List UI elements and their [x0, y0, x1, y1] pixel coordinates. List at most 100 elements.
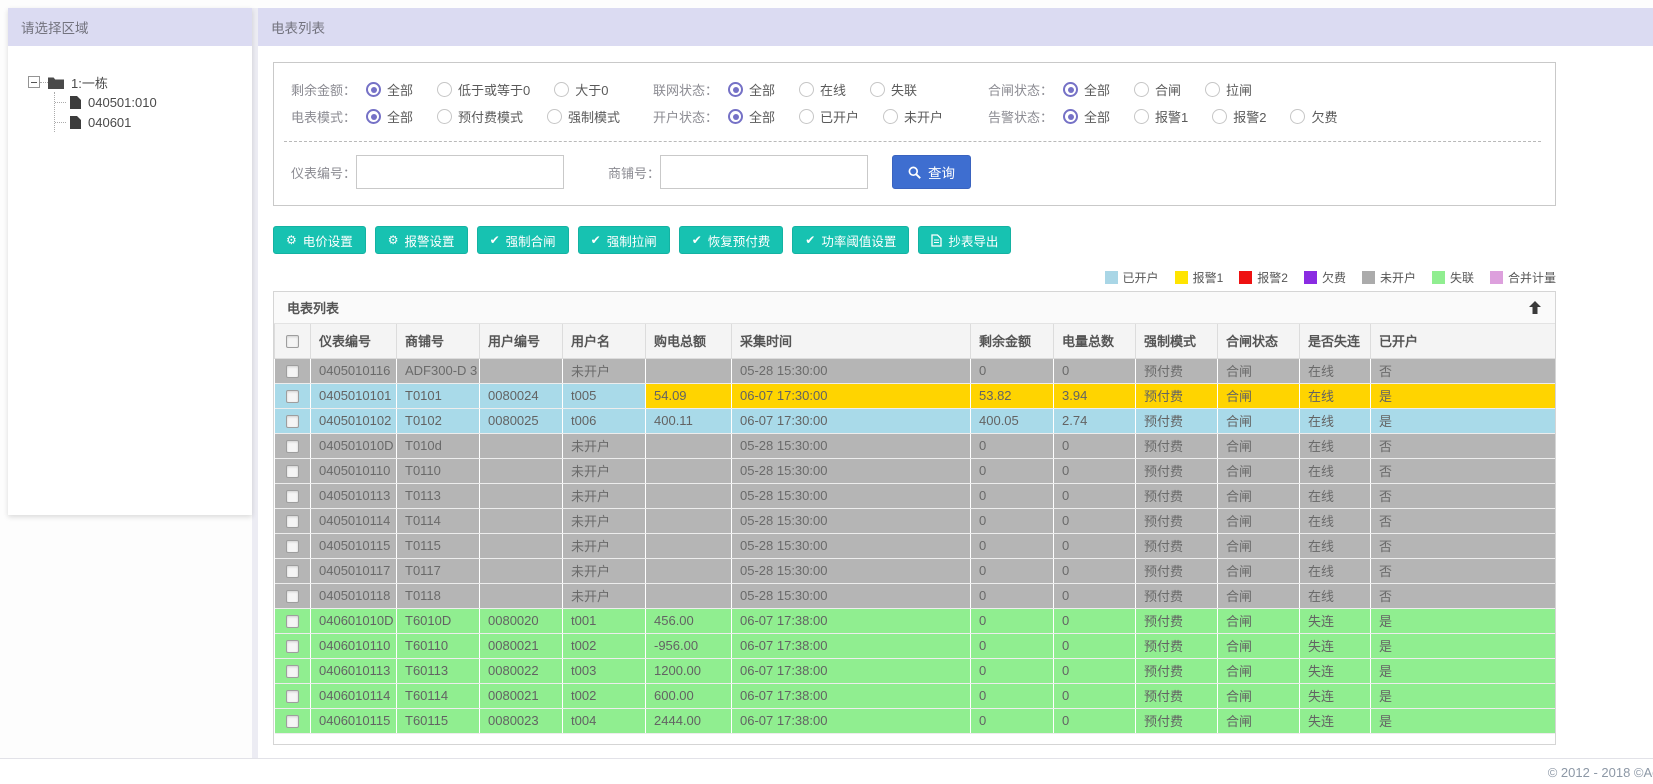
power-threshold-button[interactable]: ✔ 功率阈值设置: [792, 226, 910, 254]
radio-option-network-status-1[interactable]: 在线: [799, 80, 846, 99]
table-row[interactable]: 0405010115 T0115 未开户 05-28 15:30:00 0 0 预付费 合闸在…: [274, 533, 1555, 559]
cell-user_name: t002: [562, 633, 646, 659]
table-row[interactable]: 0406010115 T60115 0080023 t004 2444.00 06-07 …: [274, 708, 1555, 734]
radio-option-account-status-0[interactable]: 全部: [728, 107, 775, 126]
tree-node-label[interactable]: 040601: [86, 115, 131, 130]
cell-energy_total: 0: [1053, 558, 1136, 584]
cell-opened: 是: [1370, 633, 1555, 659]
search-button[interactable]: 查询: [892, 155, 971, 189]
cell-collect_time: 06-07 17:38:00: [731, 683, 971, 709]
radio-option-remaining-amount-2[interactable]: 大于0: [554, 80, 608, 99]
table-row[interactable]: 0405010113 T0113 未开户 05-28 15:30:00 0 0 预付费 合闸在…: [274, 483, 1555, 509]
radio-icon[interactable]: [547, 109, 563, 124]
radio-icon[interactable]: [799, 82, 815, 97]
table-row[interactable]: 0405010116 ADF300-D 3 未开户 05-28 15:30:00 0 0 预…: [274, 358, 1555, 384]
cell-user_name: 未开户: [562, 483, 646, 509]
force-open-button[interactable]: ✔ 强制拉闸: [577, 226, 670, 254]
table-row[interactable]: 0406010110 T60110 0080021 t002 -956.00 06-07 …: [274, 633, 1555, 659]
tree-collapse-icon[interactable]: [28, 76, 40, 88]
shop-no-input[interactable]: [660, 155, 868, 189]
radio-icon[interactable]: [799, 109, 815, 124]
tree-node-label[interactable]: 040501:010: [86, 95, 157, 110]
radio-icon[interactable]: [870, 82, 886, 97]
radio-option-meter-mode-2[interactable]: 强制模式: [547, 107, 620, 126]
radio-icon[interactable]: [437, 109, 453, 124]
table-row[interactable]: 0405010102 T0102 0080025 t006 400.11 06-07 17…: [274, 408, 1555, 434]
cell-switch_status: 合闸: [1217, 433, 1300, 459]
price-settings-button[interactable]: ⚙ 电价设置: [273, 226, 366, 254]
tree-node-root[interactable]: 1:一栋: [28, 72, 252, 92]
table-row[interactable]: 0406010113 T60113 0080022 t003 1200.00 06-07 …: [274, 658, 1555, 684]
radio-icon[interactable]: [728, 109, 743, 124]
radio-option-alarm-status-1[interactable]: 报警1: [1134, 107, 1188, 126]
meter-no-input[interactable]: [356, 155, 564, 189]
table-row[interactable]: 0406010114 T60114 0080021 t002 600.00 06-07 1…: [274, 683, 1555, 709]
row-checkbox[interactable]: [285, 690, 299, 704]
row-checkbox[interactable]: [285, 415, 299, 429]
radio-option-remaining-amount-1[interactable]: 低于或等于0: [437, 80, 530, 99]
radio-icon[interactable]: [728, 82, 743, 97]
tree-node-child[interactable]: 040501:010: [55, 92, 252, 112]
row-checkbox[interactable]: [285, 390, 299, 404]
alarm-settings-button[interactable]: ⚙ 报警设置: [374, 226, 468, 254]
row-checkbox[interactable]: [285, 665, 299, 679]
row-checkbox[interactable]: [285, 465, 299, 479]
radio-icon[interactable]: [1134, 82, 1150, 97]
radio-icon[interactable]: [1212, 109, 1228, 124]
cell-purchase_total: 600.00: [645, 683, 732, 709]
row-checkbox[interactable]: [285, 565, 299, 579]
table-row[interactable]: 040501010D T010d 未开户 05-28 15:30:00 0 0 预付费 合闸在…: [274, 433, 1555, 459]
radio-option-account-status-1[interactable]: 已开户: [799, 107, 859, 126]
table-row[interactable]: 0405010118 T0118 未开户 05-28 15:30:00 0 0 预付费 合闸在…: [274, 583, 1555, 609]
meter-export-button[interactable]: 抄表导出: [918, 226, 1012, 254]
arrow-up-icon[interactable]: [1528, 300, 1542, 315]
radio-icon[interactable]: [1134, 109, 1150, 124]
row-checkbox[interactable]: [285, 615, 299, 629]
row-checkbox[interactable]: [285, 490, 299, 504]
row-checkbox-cell: [274, 483, 311, 509]
radio-icon[interactable]: [437, 82, 453, 97]
radio-icon[interactable]: [883, 109, 899, 124]
radio-icon[interactable]: [554, 82, 570, 97]
radio-option-alarm-status-0[interactable]: 全部: [1063, 107, 1110, 126]
radio-icon[interactable]: [1063, 109, 1078, 124]
cell-balance: 0: [970, 633, 1054, 659]
radio-icon[interactable]: [1063, 82, 1078, 97]
row-checkbox[interactable]: [285, 540, 299, 554]
tree-node-child[interactable]: 040601: [55, 112, 252, 132]
radio-option-label: 全部: [387, 110, 414, 125]
table-row[interactable]: 0405010117 T0117 未开户 05-28 15:30:00 0 0 预付费 合闸在…: [274, 558, 1555, 584]
radio-option-alarm-status-3[interactable]: 欠费: [1290, 107, 1338, 126]
radio-option-switch-status-2[interactable]: 拉闸: [1205, 80, 1252, 99]
restore-prepaid-button[interactable]: ✔ 恢复预付费: [678, 226, 784, 254]
table-row[interactable]: 0405010110 T0110 未开户 05-28 15:30:00 0 0 预付费 合闸在…: [274, 458, 1555, 484]
row-checkbox[interactable]: [285, 440, 299, 454]
radio-option-switch-status-0[interactable]: 全部: [1063, 80, 1110, 99]
row-checkbox[interactable]: [285, 640, 299, 654]
row-checkbox[interactable]: [285, 365, 299, 379]
table-row[interactable]: 0405010101 T0101 0080024 t005 54.09 06-07 17:…: [274, 383, 1555, 409]
cell-user_no: [479, 358, 563, 384]
radio-option-remaining-amount-0[interactable]: 全部: [366, 80, 413, 99]
table-row[interactable]: 0405010114 T0114 未开户 05-28 15:30:00 0 0 预付费 合闸在…: [274, 508, 1555, 534]
row-checkbox-cell: [274, 408, 311, 434]
row-checkbox[interactable]: [285, 590, 299, 604]
radio-option-meter-mode-0[interactable]: 全部: [366, 107, 413, 126]
radio-option-alarm-status-2[interactable]: 报警2: [1212, 107, 1266, 126]
row-checkbox[interactable]: [285, 715, 299, 729]
radio-icon[interactable]: [1290, 109, 1306, 124]
radio-icon[interactable]: [366, 109, 381, 124]
table-row[interactable]: 040601010D T6010D 0080020 t001 456.00 06-07 1…: [274, 608, 1555, 634]
radio-icon[interactable]: [1205, 82, 1221, 97]
select-all-checkbox[interactable]: [286, 335, 299, 349]
force-close-button[interactable]: ✔ 强制合闸: [476, 226, 569, 254]
radio-option-switch-status-1[interactable]: 合闸: [1134, 80, 1181, 99]
radio-option-meter-mode-1[interactable]: 预付费模式: [437, 107, 523, 126]
radio-option-network-status-2[interactable]: 失联: [870, 80, 917, 99]
radio-option-network-status-0[interactable]: 全部: [728, 80, 775, 99]
radio-option-account-status-2[interactable]: 未开户: [883, 107, 943, 126]
radio-icon[interactable]: [366, 82, 381, 97]
cell-collect_time: 06-07 17:30:00: [731, 408, 971, 434]
tree-node-label[interactable]: 1:一栋: [69, 73, 108, 92]
row-checkbox[interactable]: [285, 515, 299, 529]
